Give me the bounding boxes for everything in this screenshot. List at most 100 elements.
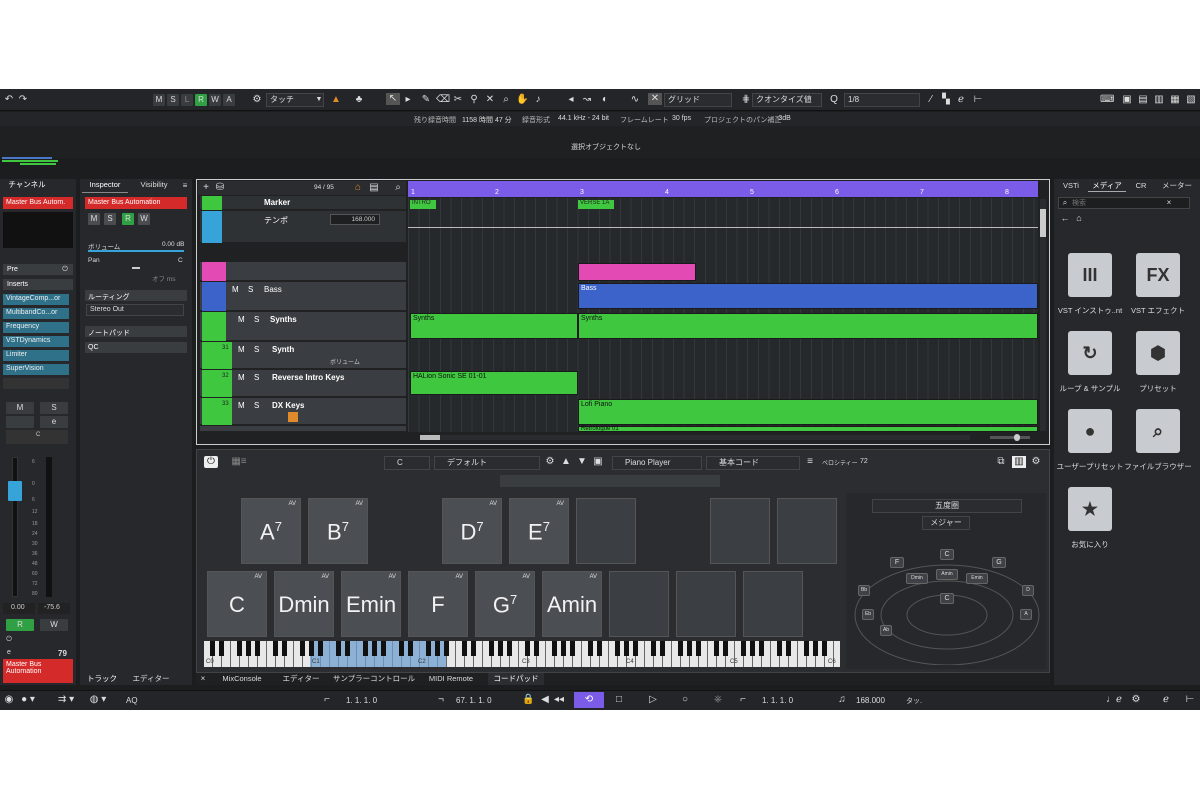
write-button[interactable]: W (209, 94, 221, 106)
mute-button[interactable]: M (232, 285, 239, 294)
tempo-value-field[interactable]: 168.000 (330, 214, 380, 225)
group-icon[interactable]: ♣ (352, 94, 366, 106)
home-icon[interactable]: ⌂ (1074, 212, 1084, 224)
channel-listen-button[interactable] (6, 416, 34, 428)
layout-right-icon[interactable]: ▥ (1152, 94, 1166, 106)
record-mode-icon[interactable]: ◉ (3, 694, 15, 706)
quantize-icon[interactable]: Q (828, 94, 840, 106)
scissors-tool-icon[interactable]: ✂ (452, 94, 464, 106)
track-pink[interactable] (200, 262, 406, 281)
apply-quantize-icon[interactable]: ▚ (940, 94, 952, 106)
tab-visibility[interactable]: Visibility (132, 179, 176, 193)
arrow-down-icon[interactable]: ▼ (576, 456, 588, 468)
vertical-scrollbar[interactable] (1040, 199, 1046, 431)
range-tool-icon[interactable]: ▸ (402, 94, 414, 106)
insert-slot[interactable]: MultibandCo...or (3, 308, 69, 319)
power-icon[interactable]: ⏻ (4, 634, 14, 646)
favorites-icon[interactable]: ★ (1068, 487, 1112, 531)
close-icon[interactable]: × (1164, 197, 1174, 209)
pan-value[interactable]: C (178, 257, 183, 264)
layout-bottom-icon[interactable]: ▤ (1136, 94, 1150, 106)
scale-select[interactable]: メジャー (922, 516, 970, 530)
channel-solo-button[interactable]: S (40, 402, 68, 414)
quantize-value-select[interactable]: 1/8 (844, 93, 920, 107)
snap-type-select[interactable]: グリッド (664, 93, 732, 107)
tab-vsti[interactable]: VSTi (1056, 180, 1086, 192)
track-bass[interactable]: M S Bass (200, 282, 406, 311)
undo-icon[interactable]: ↶ (3, 94, 15, 106)
play-icon[interactable]: ▷ (646, 694, 660, 706)
chord-pad[interactable]: AV B7 (308, 498, 368, 564)
circle-node[interactable]: Emin (966, 573, 988, 584)
save-icon[interactable]: ▣ (592, 456, 604, 468)
chord-pad[interactable]: AV F (408, 571, 468, 637)
insert-slot-empty[interactable] (3, 378, 69, 389)
tab-meter[interactable]: メーター (1158, 180, 1196, 192)
key-select[interactable]: C (384, 456, 430, 470)
player-select[interactable]: Piano Player (612, 456, 702, 470)
chord-pad[interactable]: AV Dmin (274, 571, 334, 637)
layout-icon[interactable]: ⊢ (1184, 694, 1196, 706)
mute-tool-icon[interactable]: ✕ (484, 94, 496, 106)
volume-value[interactable]: 0.00 dB (162, 241, 184, 248)
quantize-panel-icon[interactable]: ℯ (955, 94, 967, 106)
speaker-tool-icon[interactable]: ◂ (565, 94, 577, 106)
punch-icon[interactable]: ◍ ▾ (88, 694, 108, 706)
power-icon[interactable]: ⏻ (60, 264, 70, 275)
clip-pink[interactable] (578, 263, 696, 281)
channel-bottom-name[interactable]: Master Bus Automation (3, 659, 73, 683)
sync-icon[interactable]: ⎈ (712, 694, 724, 706)
warp-tool-icon[interactable]: ↝ (581, 94, 593, 106)
circle-node[interactable]: Dmin (906, 573, 928, 584)
insert-slot[interactable]: SuperVision (3, 364, 69, 375)
comp-tool-icon[interactable]: ♪ (532, 94, 544, 106)
home-icon[interactable]: ⌂ (352, 182, 364, 194)
cycle-mode-icon[interactable]: ● ▾ (18, 694, 38, 706)
inspector-solo-button[interactable]: S (104, 213, 116, 225)
solo-button[interactable]: S (254, 315, 259, 324)
clip-synths-2[interactable]: Synths (578, 313, 1038, 339)
tab-cr[interactable]: CR (1128, 180, 1154, 192)
tempo-icon[interactable]: ♫ (836, 694, 848, 706)
automation-button[interactable]: A (223, 94, 235, 106)
tempo-value[interactable]: 168.000 (856, 696, 885, 705)
left-locator-icon[interactable]: ⌐ (322, 694, 332, 706)
loops-samples-icon[interactable]: ↻ (1068, 331, 1112, 375)
chord-pad[interactable]: AV Amin (542, 571, 602, 637)
channel-pan-display[interactable]: C (6, 430, 68, 444)
tab-editor-left[interactable]: エディター (126, 673, 176, 685)
select-tool-icon[interactable]: ↖ (386, 93, 400, 105)
pencil-tool-icon[interactable]: ✎ (420, 94, 432, 106)
solo-button[interactable]: S (248, 285, 253, 294)
lock-icon[interactable]: 🔒 (522, 694, 534, 706)
snap-grid-icon[interactable]: ⋕ (740, 94, 752, 106)
zoom-tool-icon[interactable]: ⌕ (500, 94, 512, 106)
chord-pad[interactable]: AV Emin (341, 571, 401, 637)
tab-media[interactable]: メディア (1088, 180, 1126, 192)
eraser-tool-icon[interactable]: ⌫ (436, 94, 450, 106)
channel-edit-button[interactable]: e (40, 416, 68, 428)
mute-button[interactable]: M (238, 401, 245, 410)
routing-output-select[interactable]: Stereo Out (86, 304, 184, 316)
circle-center-node[interactable]: C (940, 593, 954, 604)
warning-icon[interactable]: ▲ (330, 94, 342, 106)
settings-icon[interactable]: ⚙ (544, 456, 556, 468)
voicing-select[interactable]: 基本コード (706, 456, 800, 470)
mute-button[interactable]: M (238, 345, 245, 354)
insert-slot[interactable]: Frequency (3, 322, 69, 333)
vst-effects-icon[interactable]: FX (1136, 253, 1180, 297)
right-locator-value[interactable]: 67. 1. 1. 0 (456, 696, 492, 705)
pan-slider[interactable] (132, 267, 140, 269)
chord-pad-empty[interactable] (710, 498, 770, 564)
tempo-track[interactable]: テンポ 168.000 (200, 211, 406, 243)
edit-icon[interactable]: ℯ (1160, 694, 1172, 706)
inspector-mute-button[interactable]: M (88, 213, 100, 225)
channel-read-button[interactable]: R (6, 619, 34, 631)
circle-mode-select[interactable]: 五度圏 (872, 499, 1022, 513)
glue-tool-icon[interactable]: ⚲ (468, 94, 480, 106)
insert-slot[interactable]: Limiter (3, 350, 69, 361)
channel-fader-cap[interactable] (8, 481, 22, 501)
circle-node[interactable]: Amin (936, 569, 958, 580)
pan-readout[interactable]: -75.6 (38, 603, 70, 614)
metronome-icon[interactable]: ♩ℯ (1104, 694, 1124, 706)
